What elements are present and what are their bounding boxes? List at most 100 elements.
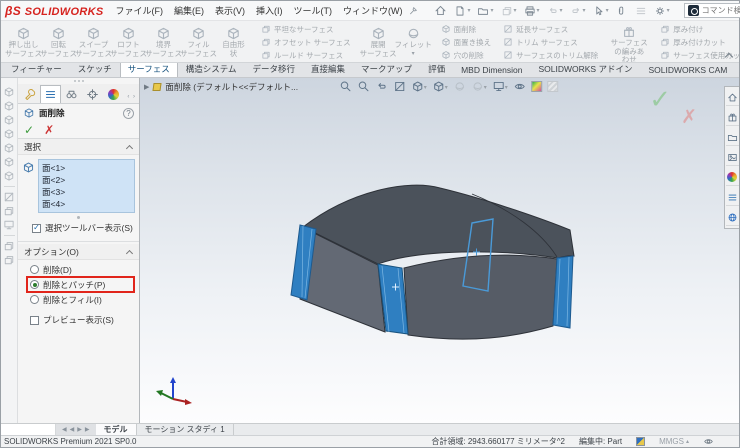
command-tab[interactable]: SOLIDWORKS アドイン: [530, 61, 640, 77]
attach-icon[interactable]: [616, 5, 628, 17]
ribbon-button[interactable]: ルールド サーフェス: [259, 49, 353, 61]
feature-tree-flyout-icon[interactable]: ▶: [144, 83, 149, 91]
options-group-header[interactable]: オプション(O): [18, 244, 139, 260]
ribbon-button[interactable]: 押し出し サーフェス: [5, 23, 42, 61]
back-view-icon[interactable]: [3, 100, 15, 112]
listbox-resize-handle[interactable]: [18, 213, 139, 221]
feature-manager-tab[interactable]: [19, 85, 40, 103]
selected-face-item[interactable]: 面<1>: [42, 162, 131, 174]
search-input[interactable]: [701, 6, 740, 15]
confirmation-ok-icon[interactable]: ✓: [649, 84, 671, 115]
command-tab[interactable]: マークアップ: [353, 61, 420, 77]
view-settings-icon[interactable]: ▾: [492, 80, 508, 93]
single-view-icon[interactable]: [3, 219, 15, 231]
four-view-icon[interactable]: [3, 254, 15, 266]
command-tab[interactable]: MBD Dimension: [453, 63, 530, 77]
forum-icon[interactable]: [725, 209, 739, 226]
section-view-icon[interactable]: [393, 80, 406, 93]
pin-menu-icon[interactable]: [408, 5, 418, 16]
resources-home-icon[interactable]: [725, 89, 739, 106]
command-tab[interactable]: サーフェス: [119, 61, 178, 77]
model-tab[interactable]: モデル: [95, 424, 137, 435]
ribbon-button[interactable]: 平坦なサーフェス: [259, 23, 353, 35]
open-icon[interactable]: ▾: [477, 5, 494, 17]
previous-view-icon[interactable]: [375, 80, 388, 93]
pm-cancel-button[interactable]: ✗: [44, 123, 54, 137]
knit-surface-button[interactable]: サーフェス の編みあ わせ: [608, 23, 650, 62]
model-3d[interactable]: [140, 78, 739, 423]
tab-navigation-arrows[interactable]: ◀ ◀ ▶ ▶: [56, 424, 96, 435]
confirmation-cancel-icon[interactable]: ✗: [681, 106, 697, 129]
command-search[interactable]: ▾: [683, 3, 740, 18]
graphics-viewport[interactable]: ▶ 面削除 (デフォルト<<デフォルト... ▾ ▾ ▾ ▾ ✓ ✗: [140, 78, 739, 423]
menu-item[interactable]: ウィンドウ(W): [343, 4, 403, 17]
delete-option-radio[interactable]: 削除とフィル(I): [28, 293, 133, 306]
selection-group-header[interactable]: 選択: [18, 139, 139, 155]
delete-option-radio[interactable]: 削除(D): [28, 263, 133, 276]
selected-faces-listbox[interactable]: 面<1> 面<2> 面<3> 面<4>: [38, 159, 135, 213]
ribbon-collapse-icon[interactable]: [725, 53, 733, 58]
isometric-view-icon[interactable]: [3, 170, 15, 182]
options-gear-icon[interactable]: ▾: [654, 5, 670, 17]
pm-help-icon[interactable]: ?: [123, 107, 134, 119]
tag-visibility-icon[interactable]: [703, 436, 714, 447]
nav-last-icon[interactable]: ▶: [85, 426, 90, 433]
ribbon-button[interactable]: ロフト サーフェス: [110, 23, 147, 61]
select-icon[interactable]: ▾: [593, 5, 609, 17]
print-icon[interactable]: ▾: [524, 5, 540, 17]
nav-first-icon[interactable]: ◀: [62, 426, 67, 433]
ribbon-button[interactable]: トリム サーフェス: [501, 36, 600, 48]
display-manager-tab[interactable]: [61, 85, 82, 103]
show-preview-row[interactable]: · プレビュー表示(S): [18, 313, 139, 331]
selected-face-item[interactable]: 面<2>: [42, 174, 131, 186]
hide-show-items-icon[interactable]: [513, 80, 526, 93]
delete-option-radio[interactable]: 削除とパッチ(P): [28, 278, 133, 291]
custom-properties-icon[interactable]: [725, 189, 739, 206]
pm-ok-button[interactable]: ✓: [24, 123, 34, 137]
property-manager-tab[interactable]: [40, 85, 61, 103]
front-view-icon[interactable]: [3, 86, 15, 98]
selected-corner-face-right[interactable]: [552, 255, 574, 329]
ribbon-button[interactable]: 厚み付け: [658, 23, 739, 35]
left-view-icon[interactable]: [3, 114, 15, 126]
realview-color-icon[interactable]: [530, 81, 542, 92]
ribbon-button[interactable]: 境界 サーフェス: [145, 23, 182, 61]
configuration-manager-tab[interactable]: [103, 85, 124, 103]
selected-face-item[interactable]: 面<3>: [42, 186, 131, 198]
ribbon-button[interactable]: サーフェスのトリム解除: [501, 49, 600, 61]
collapse-chevron-icon[interactable]: [127, 145, 133, 149]
zoom-area-icon[interactable]: [357, 80, 370, 93]
menu-item[interactable]: ツール(T): [293, 4, 332, 17]
ribbon-button[interactable]: スイープ サーフェス: [75, 23, 112, 61]
ribbon-button[interactable]: 穴の削除: [439, 49, 494, 61]
ribbon-button[interactable]: 回転 サーフェス: [40, 23, 77, 61]
command-tab[interactable]: 評価: [420, 61, 453, 77]
menu-item[interactable]: 表示(V): [215, 4, 245, 17]
right-view-icon[interactable]: [3, 128, 15, 140]
view-selector-icon[interactable]: [3, 205, 15, 217]
command-tab[interactable]: SOLIDWORKS CAM: [640, 63, 735, 77]
ribbon-button[interactable]: 厚み付けカット: [658, 36, 739, 48]
ribbon-button[interactable]: 自由形 状: [216, 23, 251, 61]
command-tab[interactable]: SOLIDWORKS CAM TBM: [735, 63, 740, 77]
document-breadcrumb[interactable]: 面削除 (デフォルト<<デフォルト...: [152, 81, 298, 93]
menu-item[interactable]: 挿入(I): [256, 4, 283, 17]
quick-tips-icon[interactable]: [636, 437, 646, 446]
bottom-view-icon[interactable]: [3, 156, 15, 168]
home-icon[interactable]: [434, 4, 447, 17]
collapse-chevron-icon[interactable]: [127, 250, 133, 254]
command-tab[interactable]: 構造システム: [178, 61, 245, 77]
ribbon-button[interactable]: 面置き換え: [439, 36, 494, 48]
ribbon-button[interactable]: フィル サーフェス: [180, 23, 217, 61]
command-tab[interactable]: フィーチャー: [3, 61, 70, 77]
design-library-icon[interactable]: [725, 109, 739, 126]
checkbox-checked-icon[interactable]: ✓: [32, 223, 41, 233]
new-document-icon[interactable]: ▾: [454, 5, 470, 17]
nav-next-icon[interactable]: ▶: [77, 426, 82, 433]
command-tab[interactable]: スケッチ: [70, 61, 120, 77]
nav-prev-icon[interactable]: ◀: [70, 426, 75, 433]
view-palette-icon[interactable]: [725, 149, 739, 166]
zoom-fit-icon[interactable]: [339, 80, 352, 93]
file-explorer-icon[interactable]: [725, 129, 739, 146]
dimxpert-manager-tab[interactable]: [82, 85, 103, 103]
